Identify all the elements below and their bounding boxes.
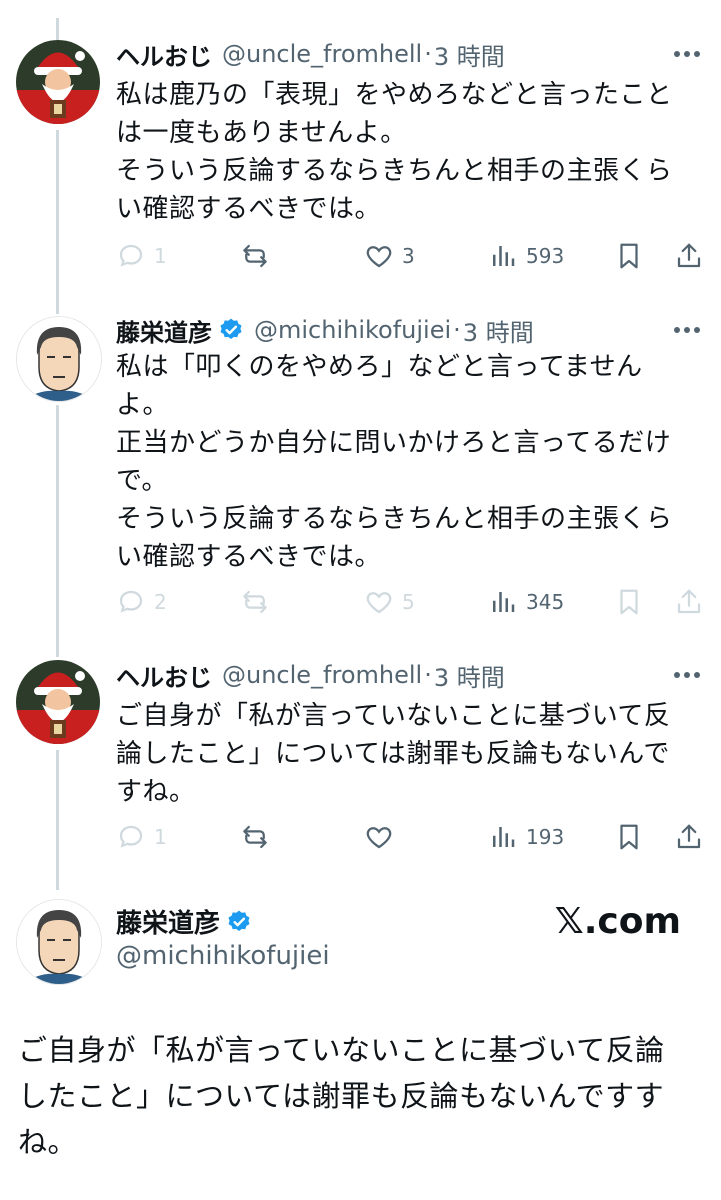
tweet-header: ヘルおじ @uncle_fromhell · 3 時間 — [116, 36, 705, 72]
tweet[interactable]: 藤栄道彦 @michihikofujiei · 3 時間 私は「叩くのをやめろ」… — [0, 300, 721, 645]
share-icon — [677, 243, 701, 268]
analytics-icon — [493, 592, 515, 612]
more-options-icon[interactable] — [669, 659, 705, 691]
view-count: 593 — [526, 244, 565, 268]
more-options-icon[interactable] — [669, 314, 705, 346]
verified-badge-icon — [220, 318, 242, 339]
more-options-icon[interactable] — [669, 38, 705, 70]
timestamp[interactable]: 3 時間 — [463, 313, 534, 348]
view-count: 345 — [526, 590, 565, 614]
tweet-header: ヘルおじ @uncle_fromhell · 3 時間 — [116, 657, 705, 693]
reply-icon — [119, 590, 143, 613]
analytics-icon — [493, 246, 515, 266]
reply-button[interactable]: 1 — [116, 236, 167, 276]
repost-icon — [243, 825, 267, 849]
timestamp[interactable]: 3 時間 — [434, 37, 505, 72]
action-bar: 1 193 — [116, 817, 706, 857]
avatar[interactable] — [16, 660, 100, 744]
bookmark-button[interactable] — [614, 236, 644, 276]
share-button[interactable] — [674, 236, 704, 276]
reply-button[interactable]: 2 — [116, 582, 167, 622]
main-tweet-card[interactable]: 藤栄道彦 @michihikofujiei 𝕏.com ご自身が「私が言っていな… — [0, 895, 721, 1200]
share-icon — [677, 589, 701, 614]
reply-count: 1 — [154, 244, 167, 268]
reply-count: 1 — [154, 825, 167, 849]
tweet[interactable]: ヘルおじ @uncle_fromhell · 3 時間 私は鹿乃の「表現」をやめ… — [0, 0, 721, 300]
user-handle[interactable]: @michihikofujiei — [116, 941, 330, 971]
user-handle[interactable]: @uncle_fromhell — [222, 661, 422, 689]
separator: · — [424, 40, 432, 68]
separator: · — [453, 316, 461, 344]
like-button[interactable] — [364, 817, 394, 857]
share-icon — [677, 824, 701, 849]
view-count: 193 — [526, 825, 565, 849]
timestamp[interactable]: 3 時間 — [434, 658, 505, 693]
bookmark-icon — [620, 589, 638, 615]
share-button[interactable] — [674, 582, 704, 622]
display-name[interactable]: ヘルおじ — [116, 658, 212, 693]
like-count: 5 — [402, 590, 415, 614]
tweet-text: 私は鹿乃の「表現」をやめろなどと言ったこと は一度もありませんよ。 そういう反論… — [116, 80, 673, 224]
bookmark-icon — [620, 824, 638, 850]
user-handle[interactable]: @michihikofujiei — [254, 316, 451, 344]
heart-icon — [366, 246, 392, 268]
bookmark-button[interactable] — [614, 817, 644, 857]
like-count: 3 — [402, 244, 415, 268]
repost-button[interactable] — [240, 236, 270, 276]
verified-badge-icon — [228, 910, 250, 931]
action-bar: 2 5 345 — [116, 582, 706, 622]
avatar[interactable] — [16, 316, 102, 402]
like-button[interactable]: 5 — [364, 582, 415, 622]
display-name[interactable]: ヘルおじ — [116, 37, 212, 72]
reply-icon — [119, 825, 143, 848]
views-button[interactable]: 345 — [488, 582, 564, 622]
x-logo[interactable]: 𝕏.com — [555, 901, 681, 942]
repost-icon — [243, 590, 267, 614]
views-button[interactable]: 593 — [488, 236, 564, 276]
card-author: 藤栄道彦 — [116, 903, 252, 940]
user-handle[interactable]: @uncle_fromhell — [222, 40, 422, 68]
bookmark-icon — [620, 243, 638, 269]
separator: · — [424, 661, 432, 689]
analytics-icon — [493, 827, 515, 847]
heart-icon — [366, 592, 392, 614]
reply-icon — [119, 244, 143, 267]
tweet-text: 私は「叩くのをやめろ」などと言ってません よ。 正当かどうか自分に問いかけろと言… — [116, 352, 673, 572]
display-name[interactable]: 藤栄道彦 — [116, 313, 212, 348]
share-button[interactable] — [674, 817, 704, 857]
reply-count: 2 — [154, 590, 167, 614]
tweet-text: ご自身が「私が言っていないことに基づいて反論 したこと」については謝罪も反論もな… — [18, 1033, 665, 1159]
display-name[interactable]: 藤栄道彦 — [116, 903, 220, 940]
avatar[interactable] — [16, 899, 102, 985]
bookmark-button[interactable] — [614, 582, 644, 622]
reply-button[interactable]: 1 — [116, 817, 167, 857]
repost-button[interactable] — [240, 817, 270, 857]
action-bar: 1 3 593 — [116, 236, 706, 276]
heart-icon — [366, 827, 392, 849]
repost-button[interactable] — [240, 582, 270, 622]
tweet-text: ご自身が「私が言っていないことに基づいて反 論したこと」については謝罪も反論もな… — [116, 701, 671, 807]
tweet-header: 藤栄道彦 @michihikofujiei · 3 時間 — [116, 312, 705, 348]
avatar[interactable] — [16, 40, 100, 124]
views-button[interactable]: 193 — [488, 817, 564, 857]
like-button[interactable]: 3 — [364, 236, 415, 276]
tweet[interactable]: ヘルおじ @uncle_fromhell · 3 時間 ご自身が「私が言っていな… — [0, 645, 721, 885]
repost-icon — [243, 244, 267, 268]
